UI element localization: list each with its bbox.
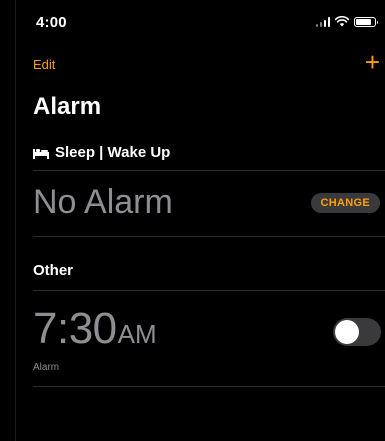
alarm-enabled-toggle[interactable] xyxy=(333,318,381,346)
alarm-row-time[interactable]: 7:30 AM xyxy=(33,304,157,354)
divider xyxy=(33,170,385,171)
other-section-header: Other xyxy=(33,262,74,279)
divider xyxy=(33,386,385,387)
sleep-section-header: Sleep | Wake Up xyxy=(33,144,170,161)
sleep-section-title: Sleep | Wake Up xyxy=(55,144,171,161)
alarm-screen: 4:00 Edit + Alarm Sleep | Wake Up No Ala… xyxy=(15,0,385,441)
toggle-knob xyxy=(335,320,359,344)
edit-button[interactable]: Edit xyxy=(33,57,55,72)
divider xyxy=(33,236,385,237)
change-sleep-button[interactable]: CHANGE xyxy=(310,193,380,213)
alarm-label: Alarm xyxy=(33,362,60,373)
divider xyxy=(33,290,385,291)
add-alarm-button[interactable]: + xyxy=(365,48,380,76)
status-time: 4:00 xyxy=(36,14,67,31)
battery-icon xyxy=(354,17,378,27)
wifi-icon xyxy=(335,16,349,27)
alarm-time-value: 7:30 xyxy=(33,304,117,353)
sleep-alarm-status: No Alarm xyxy=(33,183,173,221)
status-bar: 4:00 xyxy=(16,0,385,44)
status-icons xyxy=(315,16,378,27)
cellular-signal-icon xyxy=(315,17,330,27)
page-title: Alarm xyxy=(33,93,102,120)
alarm-time-period: AM xyxy=(117,319,157,349)
bed-icon xyxy=(33,148,49,159)
